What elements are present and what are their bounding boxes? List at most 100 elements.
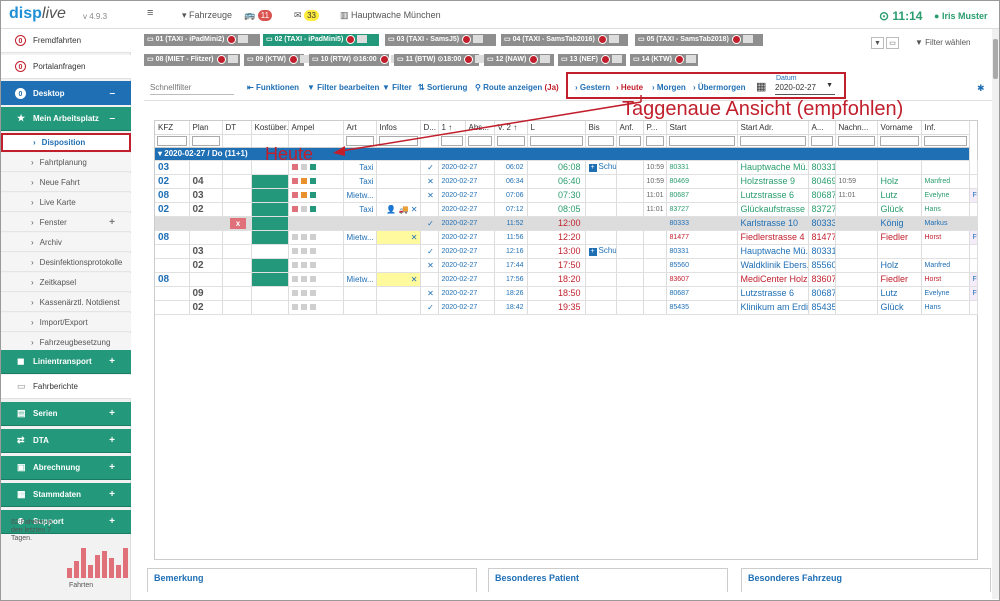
- expand-icon[interactable]: +: [109, 489, 115, 500]
- filter-button[interactable]: ▼ Filter: [382, 83, 412, 92]
- expand-icon[interactable]: +: [588, 164, 597, 172]
- date-select[interactable]: 2020-02-27 ▼: [775, 82, 835, 95]
- date-cell[interactable]: 2020-02-27: [438, 300, 495, 315]
- l-cell[interactable]: [585, 286, 617, 301]
- nachname-cell[interactable]: [877, 160, 922, 175]
- plan-cell[interactable]: 03: [189, 188, 223, 203]
- infos-cell[interactable]: [376, 160, 421, 175]
- sidebar-item-fremdfahrten[interactable]: 0 Fremdfahrten: [1, 29, 131, 53]
- start-adr-cell[interactable]: 80333 München ...: [808, 216, 836, 231]
- plan-cell[interactable]: 03: [189, 244, 223, 259]
- vorname-cell[interactable]: Markus: [921, 216, 970, 231]
- vehicle-tab[interactable]: ▭ 09 (KTW): [244, 54, 310, 66]
- table-row[interactable]: 02 04 Taxi ✕ 2020-02-27 06:34 06:40 10:59 80469 H…: [155, 174, 978, 189]
- kfz-cell[interactable]: 08: [155, 188, 190, 203]
- vehicle-tab[interactable]: ▭ 05 (TAXI - SamsTab2018): [635, 34, 763, 46]
- dt-cell[interactable]: [222, 160, 252, 175]
- column-header[interactable]: L: [527, 121, 586, 135]
- d-cell[interactable]: ✓: [420, 160, 439, 175]
- dt-cell[interactable]: [222, 202, 252, 217]
- a-cell[interactable]: [835, 286, 878, 301]
- anf-cell[interactable]: [643, 244, 667, 259]
- kfz-cell[interactable]: [155, 286, 190, 301]
- anf-cell[interactable]: [643, 216, 667, 231]
- ampel-cell[interactable]: [288, 216, 344, 231]
- d-cell[interactable]: ✕: [420, 174, 439, 189]
- art-cell[interactable]: [343, 286, 377, 301]
- column-header[interactable]: DT: [222, 121, 252, 135]
- vorname-cell[interactable]: [921, 244, 970, 259]
- column-filter-input[interactable]: [739, 135, 806, 146]
- kfz-cell[interactable]: 02: [155, 202, 190, 217]
- inf-cell[interactable]: [969, 244, 978, 259]
- table-row[interactable]: 02 ✓ 2020-02-27 18:42 19:35 85435 Klinikum am …: [155, 300, 978, 315]
- column-header[interactable]: A...: [808, 121, 836, 135]
- table-row[interactable]: 08 Mietw... ✕ 2020-02-27 11:56 12:20 81477 Fied…: [155, 230, 978, 245]
- vorname-cell[interactable]: [921, 160, 970, 175]
- kfz-cell[interactable]: [155, 258, 190, 273]
- bis-cell[interactable]: [616, 188, 644, 203]
- nachname-cell[interactable]: Lutz: [877, 188, 922, 203]
- start-adr-cell[interactable]: 85560 Ebersberg...: [808, 258, 836, 273]
- column-filter-input[interactable]: [191, 135, 220, 146]
- plan-cell[interactable]: 09: [189, 286, 223, 301]
- fahrzeuge-dropdown[interactable]: ▾ Fahrzeuge: [182, 10, 232, 21]
- l-cell[interactable]: [585, 188, 617, 203]
- expand-icon[interactable]: +: [109, 435, 115, 446]
- art-cell[interactable]: [343, 216, 377, 231]
- plz-cell[interactable]: 80331: [666, 244, 738, 259]
- column-header[interactable]: Kostüber.: [251, 121, 289, 135]
- bis-cell[interactable]: [616, 216, 644, 231]
- anf-cell[interactable]: [643, 286, 667, 301]
- column-header[interactable]: Inf.: [921, 121, 970, 135]
- sidebar-item-zeitkapsel[interactable]: › Zeitkapsel: [1, 273, 131, 292]
- filter-icon[interactable]: ▼: [871, 37, 884, 49]
- start-cell[interactable]: Karlstrasse 10: [737, 216, 809, 231]
- start-adr-cell[interactable]: 80687 München ...: [808, 188, 836, 203]
- bis-cell[interactable]: [616, 202, 644, 217]
- l-cell[interactable]: +Schule: [585, 160, 617, 175]
- close-icon[interactable]: x: [230, 217, 246, 229]
- column-filter-input[interactable]: [923, 135, 967, 146]
- art-cell[interactable]: Taxi: [343, 202, 377, 217]
- no-entry-icon[interactable]: [464, 54, 474, 64]
- collapse-icon[interactable]: –: [109, 113, 115, 124]
- plan-cell[interactable]: [189, 216, 223, 231]
- v2-cell[interactable]: 13:00: [527, 244, 586, 259]
- sidebar-item-linientransport[interactable]: ◼ Linientransport +: [1, 350, 131, 374]
- nachname-cell[interactable]: Lutz: [877, 286, 922, 301]
- column-header[interactable]: Plan: [189, 121, 223, 135]
- vehicle-tab[interactable]: ▭ 10 (RTW) ⊙16:00: [309, 54, 401, 66]
- a-cell[interactable]: [835, 216, 878, 231]
- collapse-icon[interactable]: ▾: [158, 149, 162, 158]
- art-cell[interactable]: [343, 300, 377, 315]
- nav-uebermorgen[interactable]: › Übermorgen: [693, 83, 745, 92]
- a-cell[interactable]: [835, 272, 878, 287]
- plz-cell[interactable]: 80687: [666, 286, 738, 301]
- start-cell[interactable]: Waldklinik Ebers...: [737, 258, 809, 273]
- sidebar-item-serien[interactable]: ▤ Serien +: [1, 402, 131, 426]
- vehicle-tab[interactable]: ▭ 08 (MIET - Flitzer): [144, 54, 240, 66]
- scrollbar[interactable]: [992, 29, 999, 599]
- infos-cell[interactable]: [376, 188, 421, 203]
- location-selector[interactable]: ▥ Hauptwache München: [340, 10, 441, 21]
- v2-cell[interactable]: 19:35: [527, 300, 586, 315]
- table-row[interactable]: 02 ✕ 2020-02-27 17:44 17:50 85560 Waldklinik E…: [155, 258, 978, 273]
- column-header[interactable]: Abs...: [465, 121, 495, 135]
- anf-cell[interactable]: [643, 258, 667, 273]
- date-cell[interactable]: 2020-02-27: [438, 230, 495, 245]
- besonderer-patient-panel[interactable]: Besonderes Patient: [488, 568, 728, 592]
- collapse-icon[interactable]: –: [109, 88, 115, 99]
- bemerkung-panel[interactable]: Bemerkung: [147, 568, 477, 592]
- abs-cell[interactable]: 18:26: [494, 286, 528, 301]
- vehicle-toggle[interactable]: [608, 35, 619, 44]
- infos-cell[interactable]: [376, 286, 421, 301]
- column-header[interactable]: Infos: [376, 121, 421, 135]
- sidebar-item-stammdaten[interactable]: ▦ Stammdaten +: [1, 483, 131, 507]
- plz-cell[interactable]: 81477: [666, 230, 738, 245]
- besonderes-fahrzeug-panel[interactable]: Besonderes Fahrzeug: [741, 568, 991, 592]
- vehicle-tab[interactable]: ▭ 01 (TAXI - iPadMini2): [144, 34, 260, 46]
- start-adr-cell[interactable]: 85435 Erding Baj...: [808, 300, 836, 315]
- d-cell[interactable]: [420, 272, 439, 287]
- route-button[interactable]: ⚲ Route anzeigen (Ja): [475, 83, 559, 92]
